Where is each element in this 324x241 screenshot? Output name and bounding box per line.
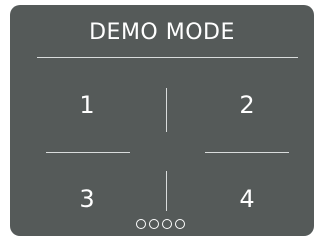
center-divider-top xyxy=(166,88,167,132)
page-dot-3 xyxy=(162,219,172,229)
center-divider-bottom xyxy=(166,171,167,211)
page-dot-4 xyxy=(175,219,185,229)
page-indicator xyxy=(136,219,185,229)
screen-title: DEMO MODE xyxy=(89,20,235,45)
title-divider xyxy=(37,57,298,58)
left-row-divider xyxy=(46,152,130,153)
page-dot-1 xyxy=(136,219,146,229)
page-dot-2 xyxy=(149,219,159,229)
option-4[interactable]: 4 xyxy=(227,185,267,213)
option-3[interactable]: 3 xyxy=(67,185,107,213)
option-2[interactable]: 2 xyxy=(227,91,267,119)
demo-mode-screen: DEMO MODE 1 2 3 4 xyxy=(10,5,314,236)
right-row-divider xyxy=(205,152,289,153)
option-1[interactable]: 1 xyxy=(67,91,107,119)
